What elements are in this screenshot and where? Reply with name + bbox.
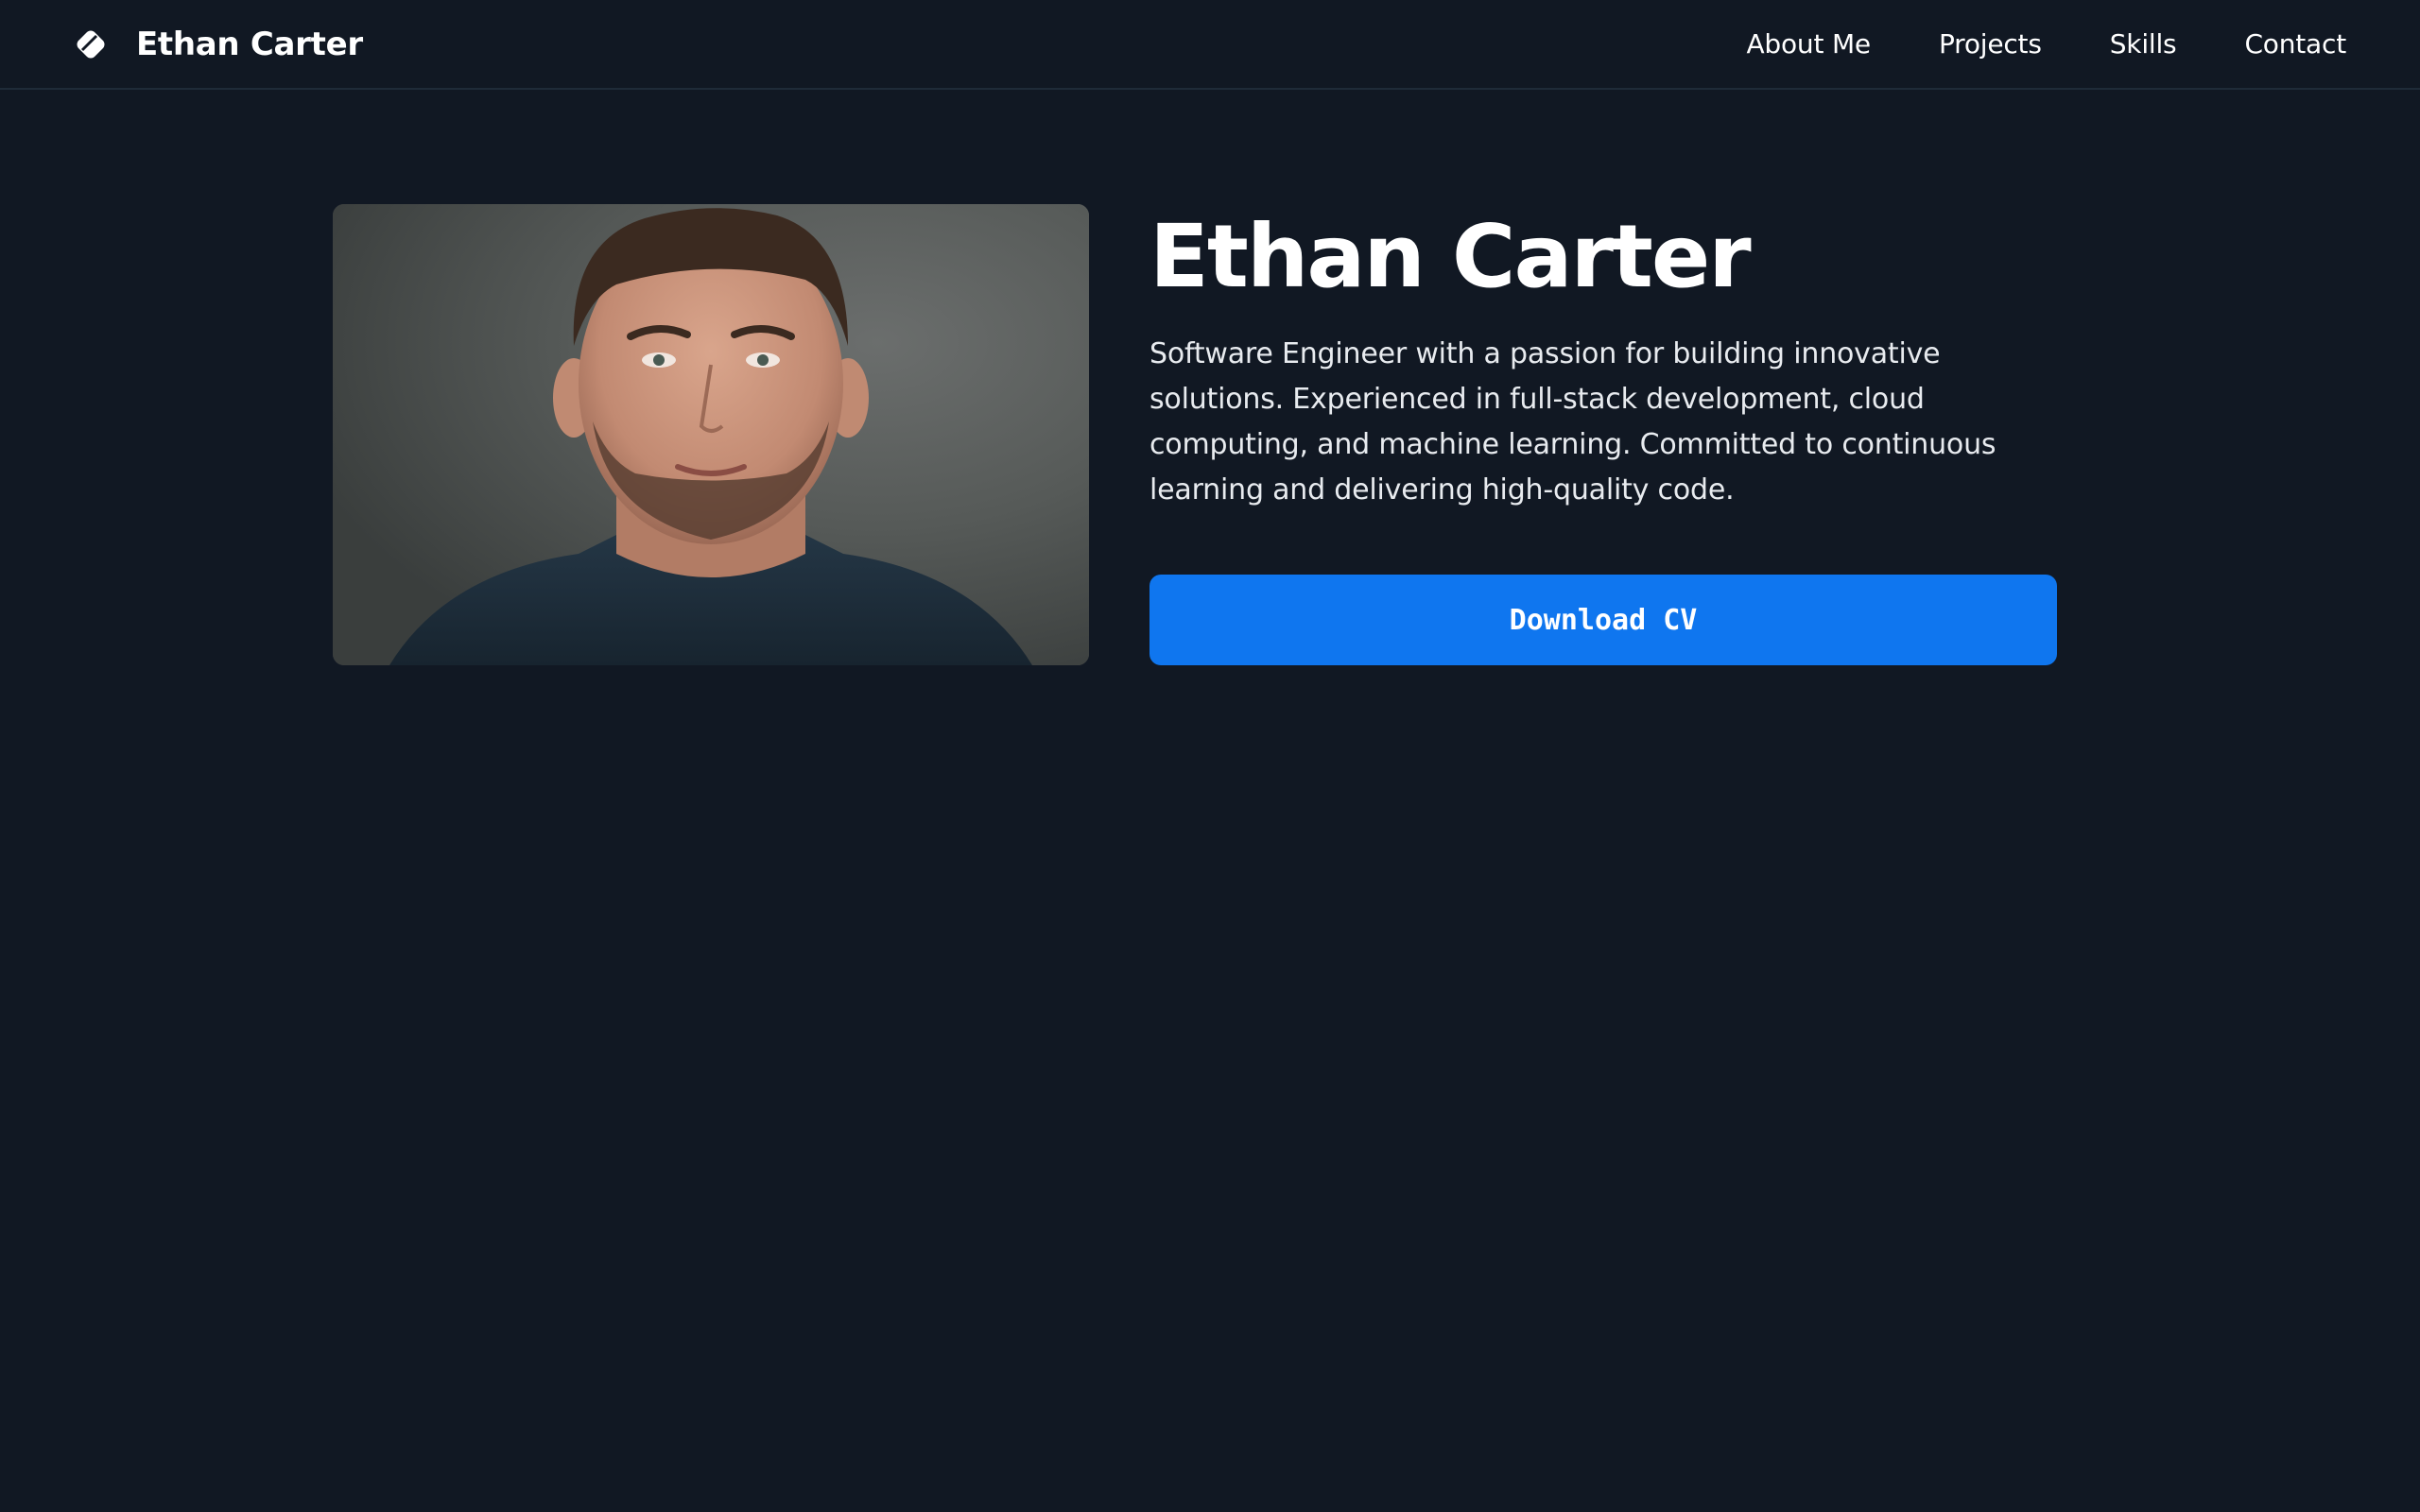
brand[interactable]: Ethan Carter bbox=[74, 0, 363, 88]
profile-photo bbox=[333, 204, 1089, 665]
top-navbar: Ethan Carter About Me Projects Skills Co… bbox=[0, 0, 2420, 90]
portfolio-page: Ethan Carter About Me Projects Skills Co… bbox=[0, 0, 2420, 1512]
brand-name: Ethan Carter bbox=[136, 25, 363, 63]
hero-description: Software Engineer with a passion for bui… bbox=[1150, 336, 1996, 507]
main-nav: About Me Projects Skills Contact bbox=[1746, 0, 2346, 88]
nav-link-skills[interactable]: Skills bbox=[2110, 28, 2177, 60]
diamond-logo-icon bbox=[74, 27, 108, 61]
hero-text: Ethan Carter Software Engineer with a pa… bbox=[1150, 204, 2057, 513]
download-cv-button[interactable]: Download CV bbox=[1150, 575, 2057, 665]
nav-link-about-me[interactable]: About Me bbox=[1746, 28, 1871, 60]
nav-link-contact[interactable]: Contact bbox=[2244, 28, 2346, 60]
hero-title: Ethan Carter bbox=[1150, 206, 1752, 307]
nav-link-projects[interactable]: Projects bbox=[1939, 28, 2042, 60]
